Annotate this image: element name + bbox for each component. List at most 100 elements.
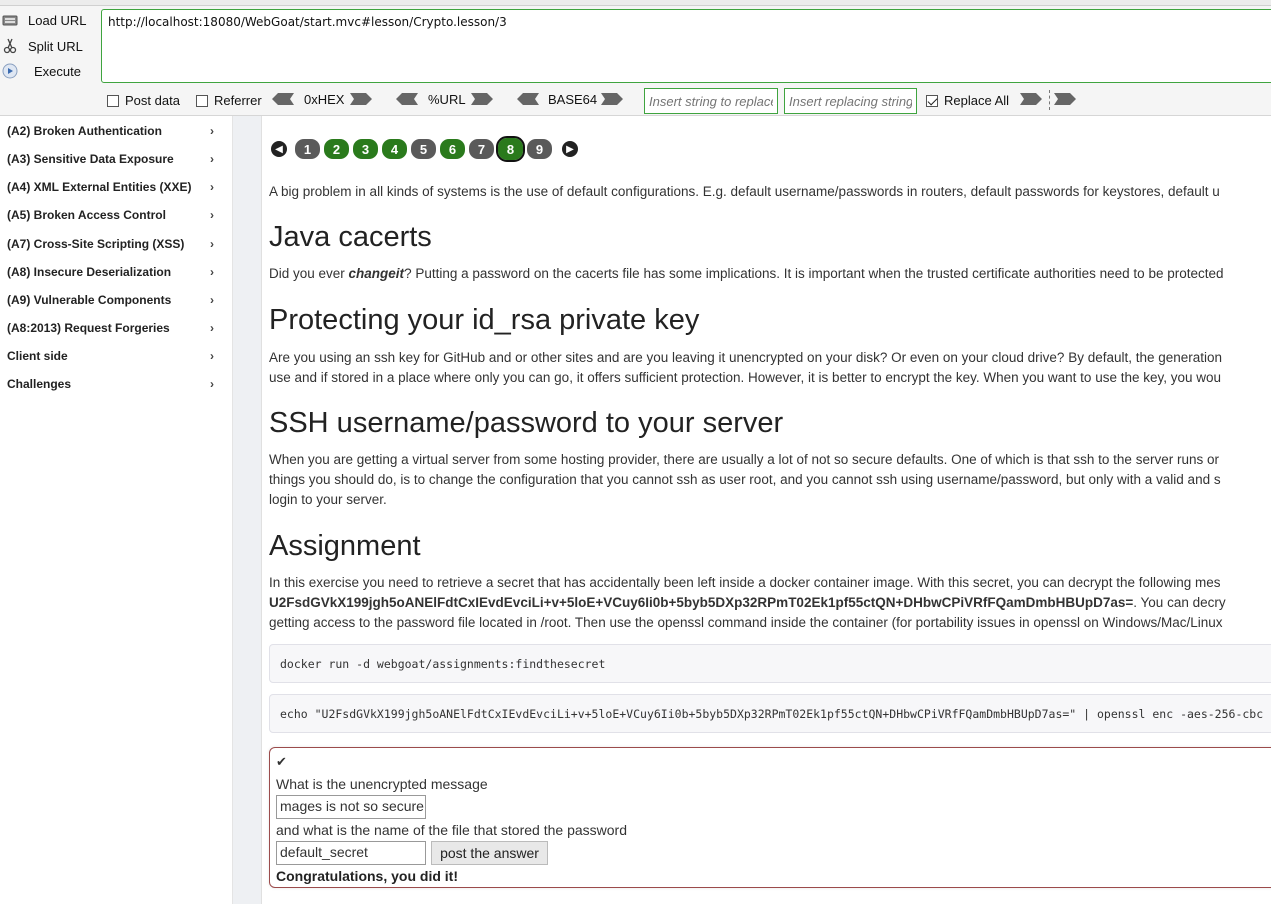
post-data-label: Post data bbox=[125, 93, 180, 108]
post-answer-button[interactable]: post the answer bbox=[431, 841, 548, 865]
chevron-right-icon: › bbox=[210, 237, 214, 251]
heading-ssh: SSH username/password to your server bbox=[269, 407, 784, 439]
sidebar-item-label: (A5) Broken Access Control bbox=[7, 208, 166, 222]
idrsa-paragraph-line1: Are you using an ssh key for GitHub and … bbox=[269, 350, 1223, 365]
previous-page-icon[interactable]: ◀ bbox=[271, 141, 287, 157]
replace-search-input[interactable] bbox=[644, 88, 778, 114]
filename-input[interactable]: default_secret bbox=[276, 841, 426, 865]
assignment-form: ✔ What is the unencrypted message mages … bbox=[269, 747, 1271, 888]
page-button-1[interactable]: 1 bbox=[295, 139, 320, 159]
hex-decode-arrow-icon[interactable] bbox=[272, 93, 294, 105]
page-button-2[interactable]: 2 bbox=[324, 139, 349, 159]
replace-next-arrow-icon[interactable] bbox=[1054, 93, 1076, 105]
question-2-label: and what is the name of the file that st… bbox=[276, 822, 627, 838]
scissors-icon bbox=[2, 38, 18, 54]
url-encode-arrow-icon[interactable] bbox=[471, 93, 493, 105]
post-data-checkbox[interactable]: Post data bbox=[107, 93, 180, 108]
chevron-right-icon: › bbox=[210, 321, 214, 335]
replace-all-label: Replace All bbox=[944, 93, 1010, 108]
hex-encode-arrow-icon[interactable] bbox=[350, 93, 372, 105]
sidebar-item-sensitive-data[interactable]: (A3) Sensitive Data Exposure › bbox=[0, 145, 233, 173]
sidebar-item-client-side[interactable]: Client side › bbox=[0, 342, 233, 370]
question-1-label: What is the unencrypted message bbox=[276, 776, 488, 792]
sidebar-item-request-forgeries[interactable]: (A8:2013) Request Forgeries › bbox=[0, 314, 233, 342]
next-page-icon[interactable]: ▶ bbox=[562, 141, 578, 157]
cacerts-text-post: ? Putting a password on the cacerts file… bbox=[404, 266, 1224, 281]
assignment-paragraph-line3: getting access to the password file loca… bbox=[269, 615, 1223, 630]
page-button-6[interactable]: 6 bbox=[440, 139, 465, 159]
url-decode-arrow-icon[interactable] bbox=[396, 93, 418, 105]
sidebar-item-challenges[interactable]: Challenges › bbox=[0, 370, 233, 398]
execute-label: Execute bbox=[34, 63, 81, 79]
load-url-icon bbox=[2, 12, 18, 28]
hackbar-toolbar: Load URL Split URL Execute Post data Ref… bbox=[0, 0, 1271, 116]
sidebar-item-broken-authentication[interactable]: (A2) Broken Authentication › bbox=[0, 117, 233, 145]
heading-java-cacerts: Java cacerts bbox=[269, 221, 432, 253]
assignment-paragraph-line2: U2FsdGVkX199jgh5oANElFdtCxIEvdEvciLi+v+5… bbox=[269, 593, 1226, 613]
url-textarea[interactable] bbox=[101, 9, 1271, 83]
chevron-right-icon: › bbox=[210, 124, 214, 138]
split-url-label: Split URL bbox=[28, 38, 83, 54]
toolbar-separator bbox=[1049, 90, 1050, 110]
cacerts-text-pre: Did you ever bbox=[269, 266, 349, 281]
sidebar-item-xss[interactable]: (A7) Cross-Site Scripting (XSS) › bbox=[0, 230, 233, 258]
heading-id-rsa: Protecting your id_rsa private key bbox=[269, 304, 700, 336]
code-block-docker-run: docker run -d webgoat/assignments:findth… bbox=[269, 644, 1271, 683]
load-url-label: Load URL bbox=[28, 12, 87, 28]
sidebar-item-label: (A8:2013) Request Forgeries bbox=[7, 321, 170, 335]
sidebar-item-label: (A3) Sensitive Data Exposure bbox=[7, 152, 174, 166]
ssh-paragraph-line2: things you should do, is to change the c… bbox=[269, 472, 1221, 487]
replace-with-input[interactable] bbox=[784, 88, 917, 114]
base64-decode-arrow-icon[interactable] bbox=[517, 93, 539, 105]
idrsa-paragraph-line2: use and if stored in a place where only … bbox=[269, 370, 1222, 385]
checkmark-icon: ✔ bbox=[276, 754, 287, 769]
referrer-box[interactable] bbox=[196, 94, 208, 107]
sidebar-item-label: (A8) Insecure Deserialization bbox=[7, 265, 172, 279]
sidebar-item-label: Challenges bbox=[7, 377, 72, 391]
sidebar-item-label: (A9) Vulnerable Components bbox=[7, 293, 172, 307]
base64-encode-arrow-icon[interactable] bbox=[601, 93, 623, 105]
code-block-openssl: echo "U2FsdGVkX199jgh5oANElFdtCxIEvdEvci… bbox=[269, 694, 1271, 733]
page-button-8-current[interactable]: 8 bbox=[496, 136, 525, 162]
base64-label: BASE64 bbox=[548, 92, 598, 107]
success-message: Congratulations, you did it! bbox=[276, 868, 458, 884]
sidebar-item-vulnerable-components[interactable]: (A9) Vulnerable Components › bbox=[0, 286, 233, 314]
cacerts-emphasis: changeit bbox=[348, 266, 405, 281]
referrer-checkbox[interactable]: Referrer bbox=[196, 93, 262, 108]
replace-all-checkbox[interactable]: Replace All bbox=[926, 93, 1009, 108]
hex-label: 0xHEX bbox=[304, 92, 345, 107]
sidebar-item-access-control[interactable]: (A5) Broken Access Control › bbox=[0, 201, 233, 229]
replace-arrow-icon[interactable] bbox=[1020, 93, 1042, 105]
referrer-label: Referrer bbox=[214, 93, 262, 108]
execute-button[interactable]: Execute bbox=[2, 60, 81, 82]
ssh-paragraph-line3: login to your server. bbox=[269, 492, 387, 507]
chevron-right-icon: › bbox=[210, 180, 214, 194]
sidebar-item-label: (A2) Broken Authentication bbox=[7, 124, 162, 138]
chevron-right-icon: › bbox=[210, 349, 214, 363]
chevron-right-icon: › bbox=[210, 265, 214, 279]
replace-all-box[interactable] bbox=[926, 94, 938, 107]
sidebar-item-deserialization[interactable]: (A8) Insecure Deserialization › bbox=[0, 258, 233, 286]
page-button-3[interactable]: 3 bbox=[353, 139, 378, 159]
hackbar-options-row: Post data Referrer 0xHEX %URL BASE64 Rep… bbox=[0, 88, 1271, 114]
intro-paragraph: A big problem in all kinds of systems is… bbox=[269, 184, 1220, 199]
chevron-right-icon: › bbox=[210, 293, 214, 307]
heading-assignment: Assignment bbox=[269, 530, 421, 562]
page-button-9[interactable]: 9 bbox=[527, 139, 552, 159]
message-input[interactable]: mages is not so secure bbox=[276, 795, 426, 819]
ciphertext-bold: U2FsdGVkX199jgh5oANElFdtCxIEvdEvciLi+v+5… bbox=[269, 595, 1134, 610]
play-icon bbox=[2, 63, 18, 79]
page-button-7[interactable]: 7 bbox=[469, 139, 494, 159]
sidebar-item-xxe[interactable]: (A4) XML External Entities (XXE) › bbox=[0, 173, 233, 201]
chevron-right-icon: › bbox=[210, 208, 214, 222]
lesson-sidebar: (A2) Broken Authentication › (A3) Sensiti… bbox=[0, 116, 233, 904]
sidebar-item-label: Client side bbox=[7, 349, 68, 363]
cacerts-paragraph: Did you ever changeit? Putting a passwor… bbox=[269, 264, 1224, 284]
ssh-paragraph-line1: When you are getting a virtual server fr… bbox=[269, 452, 1219, 467]
url-encode-label: %URL bbox=[428, 92, 466, 107]
load-url-button[interactable]: Load URL bbox=[2, 9, 87, 31]
split-url-button[interactable]: Split URL bbox=[2, 35, 83, 57]
page-button-4[interactable]: 4 bbox=[382, 139, 407, 159]
page-button-5[interactable]: 5 bbox=[411, 139, 436, 159]
post-data-box[interactable] bbox=[107, 94, 119, 107]
